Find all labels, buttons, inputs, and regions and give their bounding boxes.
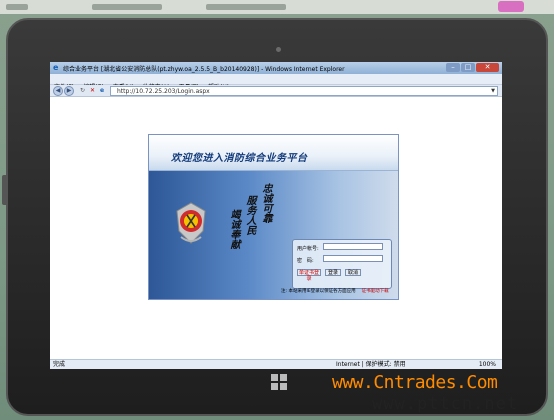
login-form: 用户帐号: 密 码: 单证书登录 登录 取消 xyxy=(292,239,392,289)
maximize-button[interactable]: □ xyxy=(461,63,475,72)
background-top-strip xyxy=(0,0,554,14)
menu-bar: 文件(F) 编辑(E) 查看(V) 收藏夹(A) 工具(T) 帮助(H) xyxy=(50,74,502,91)
window-titlebar: e 综合业务平台 [湖北省公安消防总队(pt.zhyw.oa_2.5.5_B_b… xyxy=(50,62,502,74)
username-label: 用户帐号: xyxy=(297,246,319,252)
zoom-level[interactable]: 100% xyxy=(479,360,496,369)
address-bar: ◀ ▶ ↻ ✕ e http://10.72.25.203/Login.aspx… xyxy=(50,85,502,97)
slogan-column-2: 服务人民 xyxy=(244,195,255,235)
watermark-primary: www.Cntrades.Com xyxy=(332,372,498,393)
stop-icon[interactable]: ✕ xyxy=(90,87,95,94)
top-strip-mark xyxy=(92,4,162,10)
browser-screen: e 综合业务平台 [湖北省公安消防总队(pt.zhyw.oa_2.5.5_B_b… xyxy=(50,62,502,369)
fire-emblem-icon xyxy=(176,202,206,244)
cancel-button[interactable]: 取消 xyxy=(345,269,361,276)
login-note: 注: 本站采用IE登录以保证各方面应用 证书驱动下载 xyxy=(281,288,396,294)
page-icon: e xyxy=(100,87,105,94)
status-bar: 完成 Internet | 保护模式: 禁用 100% xyxy=(50,359,502,369)
password-input[interactable] xyxy=(323,255,383,262)
top-strip-mark xyxy=(6,4,28,10)
forward-icon[interactable]: ▶ xyxy=(64,86,74,96)
watermark-secondary: www.pttcn.net xyxy=(372,394,519,414)
refresh-icon[interactable]: ↻ xyxy=(80,87,85,94)
chevron-down-icon[interactable]: ▼ xyxy=(491,88,495,94)
ie-logo-icon: e xyxy=(53,63,59,72)
url-text: http://10.72.25.203/Login.aspx xyxy=(117,88,210,95)
login-button[interactable]: 登录 xyxy=(325,269,341,276)
status-text: 完成 xyxy=(53,361,66,368)
cert-login-button[interactable]: 单证书登录 xyxy=(297,269,321,282)
slogan-column-3: 竭诚奉献 xyxy=(228,209,239,249)
username-input[interactable] xyxy=(323,243,383,250)
slogan-column-1: 忠诚可靠 xyxy=(260,183,271,223)
page-content: 欢迎您进入消防综合业务平台 忠诚可靠 服务人民 竭诚奉献 用户帐号: 密 码: … xyxy=(50,98,502,359)
cert-download-link[interactable]: 证书驱动下载 xyxy=(362,289,389,294)
note-text: 注: 本站采用IE登录以保证各方面应用 xyxy=(281,289,356,294)
windows-logo-icon[interactable] xyxy=(271,374,287,390)
password-label: 密 码: xyxy=(297,258,314,264)
close-button[interactable]: ✕ xyxy=(476,63,499,72)
welcome-title: 欢迎您进入消防综合业务平台 xyxy=(171,153,308,164)
camera-icon xyxy=(276,47,281,52)
top-strip-mark xyxy=(206,4,286,10)
window-title: 综合业务平台 [湖北省公安消防总队(pt.zhyw.oa_2.5.5_B_b20… xyxy=(63,66,345,73)
login-panel: 欢迎您进入消防综合业务平台 忠诚可靠 服务人民 竭诚奉献 用户帐号: 密 码: … xyxy=(148,134,399,300)
security-zone: Internet | 保护模式: 禁用 xyxy=(336,361,406,368)
minimize-button[interactable]: – xyxy=(446,63,460,72)
side-button xyxy=(2,175,8,205)
welcome-banner: 欢迎您进入消防综合业务平台 xyxy=(149,135,398,171)
url-field[interactable]: http://10.72.25.203/Login.aspx ▼ xyxy=(110,86,498,96)
back-icon[interactable]: ◀ xyxy=(53,86,63,96)
top-strip-badge xyxy=(498,1,524,12)
